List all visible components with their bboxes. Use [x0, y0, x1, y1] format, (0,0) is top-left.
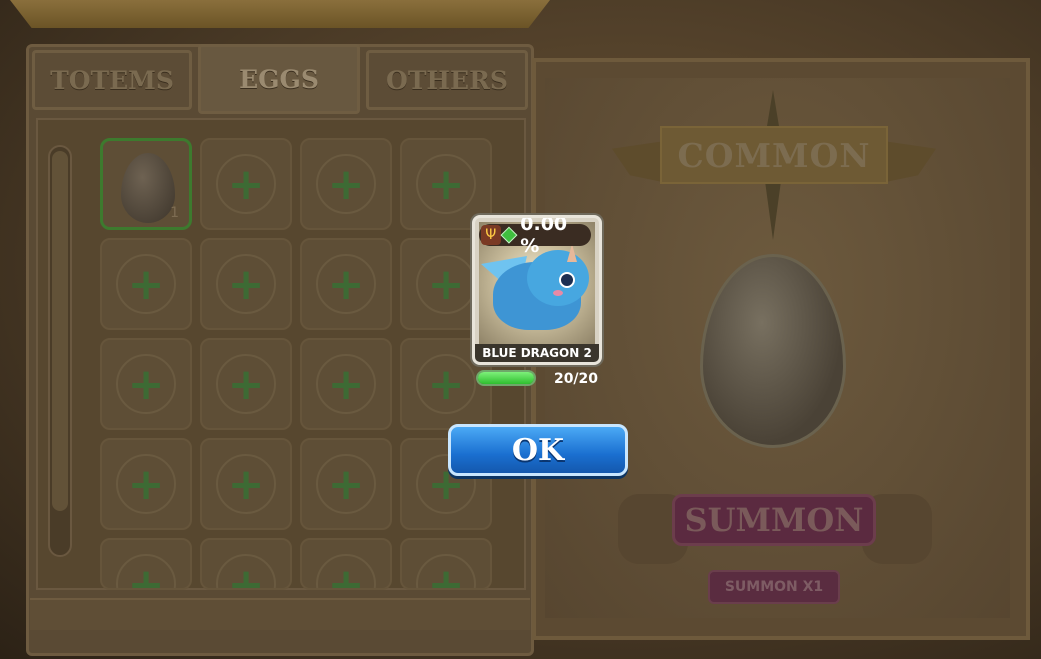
plus-icon: + [127, 358, 165, 410]
ok-button[interactable]: OK [448, 424, 628, 476]
top-ribbon-decoration [10, 0, 550, 28]
inventory-slot-empty[interactable]: + [300, 338, 392, 430]
gem-icon [499, 226, 517, 244]
plus-icon: + [127, 458, 165, 510]
inventory-slot-empty[interactable]: + [300, 238, 392, 330]
egg-count: 1 [170, 205, 179, 221]
inventory-bottom-bar [30, 598, 530, 630]
plus-icon: + [227, 158, 265, 210]
card-progress-fill [478, 372, 534, 384]
inventory-slot-empty[interactable]: + [300, 438, 392, 530]
card-progress-text: 20/20 [553, 371, 599, 387]
inventory-scrollbar[interactable] [48, 145, 72, 557]
inventory-slot-empty[interactable]: + [200, 238, 292, 330]
inventory-slot-empty[interactable]: + [100, 238, 192, 330]
tab-totems[interactable]: TOTEMS [32, 50, 192, 110]
plus-icon: + [327, 158, 365, 210]
trident-icon: Ψ [481, 225, 501, 245]
card-name: BLUE DRAGON 2 [475, 344, 599, 362]
dragon-cheek [553, 290, 563, 296]
egg-icon [121, 153, 175, 223]
scrollbar-thumb[interactable] [52, 151, 68, 511]
dragon-head [527, 250, 589, 306]
plus-icon: + [327, 458, 365, 510]
inventory-slot-egg[interactable]: 1 [100, 138, 192, 230]
plus-icon: + [227, 458, 265, 510]
reward-card: Ψ 0.00 % BLUE DRAGON 2 [472, 215, 602, 365]
tab-others[interactable]: OTHERS [366, 50, 528, 110]
inventory-slot-empty[interactable]: + [200, 538, 292, 590]
tab-eggs[interactable]: EGGS [198, 44, 360, 114]
plus-icon: + [127, 258, 165, 310]
card-stat-bar: Ψ 0.00 % [479, 218, 591, 257]
rarity-banner: COMMON [660, 126, 888, 184]
card-percent: 0.00 % [520, 215, 568, 257]
summon-button[interactable]: SUMMON [672, 494, 876, 546]
plus-icon: + [327, 258, 365, 310]
plus-icon: + [327, 358, 365, 410]
inventory-slot-empty[interactable]: + [200, 138, 292, 230]
plus-icon: + [327, 558, 365, 590]
plus-icon: + [427, 558, 465, 590]
plus-icon: + [227, 258, 265, 310]
plus-icon: + [227, 558, 265, 590]
inventory-slot-empty[interactable]: + [400, 538, 492, 590]
plus-icon: + [127, 558, 165, 590]
dragon-eye [559, 272, 575, 288]
inventory-slot-empty[interactable]: + [300, 138, 392, 230]
inventory-slot-empty[interactable]: + [100, 538, 192, 590]
plus-icon: + [227, 358, 265, 410]
inventory-slot-empty[interactable]: + [100, 438, 192, 530]
inventory-slot-empty[interactable]: + [300, 538, 392, 590]
card-progress-bar [476, 370, 536, 386]
inventory-slot-empty[interactable]: + [200, 438, 292, 530]
inventory-slot-empty[interactable]: + [200, 338, 292, 430]
summon-x1-button[interactable]: SUMMON X1 [708, 570, 840, 604]
inventory-slot-empty[interactable]: + [100, 338, 192, 430]
